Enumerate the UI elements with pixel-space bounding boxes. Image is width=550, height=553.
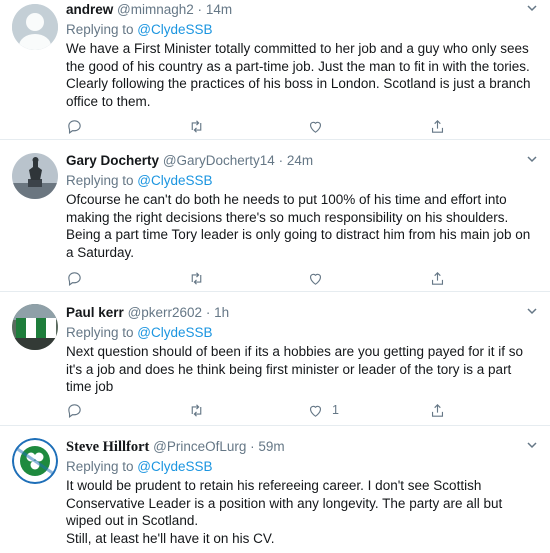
retweet-button[interactable] [188, 116, 205, 136]
tweet[interactable]: andrew @mimnagh2 · 14m Replying to @Clyd… [0, 0, 550, 140]
display-name[interactable]: Gary Docherty [66, 153, 159, 168]
action-bar: 1 [66, 400, 538, 420]
mention-link[interactable]: @ClydeSSB [137, 325, 212, 340]
celtic-crest-avatar-icon [12, 438, 58, 484]
reply-icon [68, 119, 81, 134]
retweet-icon [191, 271, 202, 285]
share-button[interactable] [429, 268, 446, 288]
separator-dot: · [278, 153, 284, 168]
heart-icon [309, 405, 322, 417]
tweet-text: It would be prudent to retain his refere… [66, 477, 538, 547]
avatar[interactable] [12, 4, 58, 50]
like-button[interactable]: 1 [307, 400, 339, 420]
avatar[interactable] [12, 438, 58, 484]
tweet-header: Steve Hillfort @PrinceOfLurg · 59m [66, 437, 538, 457]
like-button[interactable] [307, 116, 332, 136]
tweet-text: We have a First Minister totally committ… [66, 41, 531, 109]
like-count: 1 [332, 403, 339, 417]
heart-icon [309, 273, 322, 285]
tweet-text-line: It would be prudent to retain his refere… [66, 478, 503, 528]
user-handle[interactable]: @GaryDocherty14 [163, 153, 275, 168]
chevron-down-icon[interactable] [526, 153, 538, 165]
action-bar [66, 116, 538, 136]
display-name[interactable]: Steve Hillfort [66, 439, 149, 455]
retweet-icon [191, 403, 202, 417]
mention-link[interactable]: @ClydeSSB [137, 459, 212, 474]
tweet-header: Gary Docherty @GaryDocherty14 · 24m [66, 151, 538, 171]
avatar[interactable] [12, 153, 58, 199]
timestamp[interactable]: 59m [258, 439, 284, 454]
tweet[interactable]: Paul kerr @pkerr2602 · 1h Replying to @C… [0, 292, 550, 426]
display-name[interactable]: andrew [66, 2, 113, 17]
tweet-header: andrew @mimnagh2 · 14m [66, 0, 538, 20]
reply-button[interactable] [66, 116, 83, 136]
share-button[interactable] [429, 116, 446, 136]
retweet-button[interactable] [188, 268, 205, 288]
share-icon [431, 271, 444, 285]
football-crowd-avatar-icon [12, 304, 58, 350]
separator-dot: · [205, 305, 211, 320]
chevron-down-icon[interactable] [526, 439, 538, 451]
replying-to: Replying to @ClydeSSB [66, 20, 538, 39]
retweet-icon [191, 119, 202, 133]
tweet-text: Ofcourse he can't do both he needs to pu… [66, 192, 531, 260]
share-icon [431, 403, 444, 417]
replying-prefix: Replying to [66, 173, 138, 188]
timestamp[interactable]: 14m [206, 2, 232, 17]
chevron-down-icon[interactable] [526, 2, 538, 14]
retweet-button[interactable] [188, 400, 205, 420]
tweet-text: Next question should of been if its a ho… [66, 344, 524, 394]
tweet[interactable]: Gary Docherty @GaryDocherty14 · 24m Repl… [0, 140, 550, 292]
reply-button[interactable] [66, 400, 83, 420]
tweet[interactable]: Steve Hillfort @PrinceOfLurg · 59m Reply… [0, 426, 550, 553]
reply-icon [68, 271, 81, 286]
avatar[interactable] [12, 304, 58, 350]
replying-to: Replying to @ClydeSSB [66, 323, 538, 342]
replying-prefix: Replying to [66, 459, 138, 474]
timestamp[interactable]: 1h [214, 305, 229, 320]
display-name[interactable]: Paul kerr [66, 305, 124, 320]
replying-prefix: Replying to [66, 22, 138, 37]
replying-to: Replying to @ClydeSSB [66, 171, 538, 190]
reply-icon [68, 403, 81, 418]
reply-button[interactable] [66, 268, 83, 288]
user-handle[interactable]: @PrinceOfLurg [153, 439, 246, 454]
mention-link[interactable]: @ClydeSSB [137, 173, 212, 188]
separator-dot: · [197, 2, 203, 17]
replying-prefix: Replying to [66, 325, 138, 340]
action-bar [66, 268, 538, 288]
tweet-header: Paul kerr @pkerr2602 · 1h [66, 303, 538, 323]
mention-link[interactable]: @ClydeSSB [137, 22, 212, 37]
share-icon [431, 119, 444, 133]
statue-avatar-icon [12, 153, 58, 199]
chevron-down-icon[interactable] [526, 305, 538, 317]
user-handle[interactable]: @mimnagh2 [117, 2, 194, 17]
share-button[interactable] [429, 400, 446, 420]
tweet-text-line: Still, at least he'll have it on his CV. [66, 530, 275, 546]
heart-icon [309, 121, 322, 133]
replying-to: Replying to @ClydeSSB [66, 457, 538, 476]
user-handle[interactable]: @pkerr2602 [128, 305, 203, 320]
timestamp[interactable]: 24m [287, 153, 313, 168]
separator-dot: · [250, 439, 255, 454]
like-button[interactable] [307, 268, 332, 288]
default-avatar-icon [12, 4, 58, 50]
